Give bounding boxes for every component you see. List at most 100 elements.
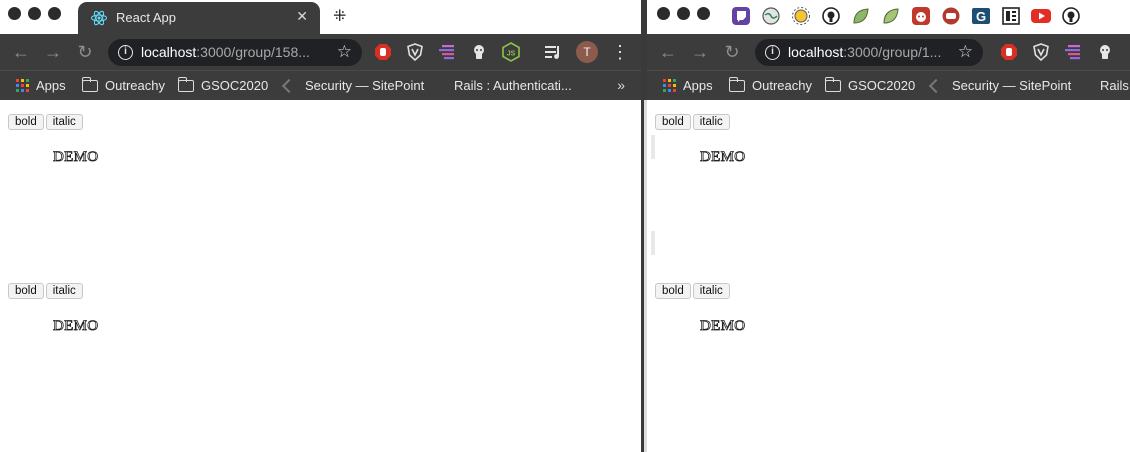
bookmark-apps[interactable]: Apps [663,78,713,93]
bookmarks-overflow-icon[interactable]: » [617,77,625,93]
folder-icon [177,76,194,92]
bookmark-gsoc2020[interactable]: GSOC2020 [824,76,916,93]
leaf-icon[interactable] [849,4,873,28]
window-controls [657,7,710,20]
bookmark-gsoc2020[interactable]: GSOC2020 [177,76,269,93]
bookmark-label: Outreachy [105,78,165,93]
bookmark-rails[interactable]: Rails [1100,78,1129,93]
bookmark-label: Security — SitePoint [305,78,425,93]
maximize-window-button[interactable] [697,7,710,20]
tab-title: React App [116,10,176,25]
shield-extension-icon[interactable] [405,42,425,62]
bookmark-security-sitepoint[interactable]: Security — SitePoint [281,78,425,93]
close-window-button[interactable] [8,7,21,20]
lines-extension-icon[interactable] [437,42,457,62]
svg-text:G: G [976,9,986,24]
bookmark-label: GSOC2020 [201,78,269,93]
octocat-extension-icon[interactable] [1095,42,1115,62]
address-bar[interactable]: i localhost:3000/group/158... ☆ [108,39,362,66]
bold-button[interactable]: bold [655,283,691,299]
bookmark-outreachy[interactable]: Outreachy [728,76,812,93]
bookmark-star-icon[interactable]: ☆ [337,42,352,62]
page-content: bold italic DEMO bold italic DEMO [0,101,641,452]
youtube-icon[interactable] [1029,4,1053,28]
site-info-icon[interactable]: i [118,45,133,60]
italic-button[interactable]: italic [45,283,83,299]
bookmark-outreachy[interactable]: Outreachy [81,76,165,93]
bold-button[interactable]: bold [8,114,44,130]
back-button[interactable]: ← [10,41,32,63]
bookmark-security-sitepoint[interactable]: Security — SitePoint [928,78,1071,93]
media-playlist-icon[interactable] [543,42,563,62]
adblock-extension-icon[interactable] [373,42,393,62]
pinned-extension-strip: G [729,4,1083,28]
bookmark-apps[interactable]: Apps [16,78,66,93]
bookmark-label: GSOC2020 [848,78,916,93]
address-bar[interactable]: i localhost:3000/group/1... ☆ [755,39,983,66]
bookmark-star-icon[interactable]: ☆ [958,42,973,62]
bookmark-label: Rails : Authenticati... [454,78,572,93]
browser-toolbar: ← → ↻ i localhost:3000/group/1... ☆ [647,34,1130,70]
url-text: localhost:3000/group/1... [788,44,942,60]
svg-text:JS: JS [507,51,516,58]
maximize-window-button[interactable] [48,7,61,20]
bold-button[interactable]: bold [655,114,691,130]
g-icon[interactable]: G [969,4,993,28]
tab-react-app[interactable]: React App ✕ [78,2,320,34]
italic-button[interactable]: italic [692,283,730,299]
browser-toolbar: ← → ↻ i localhost:3000/group/158... ☆ JS [0,34,641,70]
editor-toolbar: bold italic [8,114,83,130]
profile-avatar[interactable]: T [576,41,598,63]
italic-button[interactable]: italic [692,114,730,130]
bookmarks-bar: Apps Outreachy GSOC2020 Security — SiteP… [0,70,641,100]
rich-text-editor: bold italic DEMO [8,114,98,165]
leaf-icon[interactable] [879,4,903,28]
editor-text-area[interactable]: DEMO [53,149,99,166]
bookmark-label: Apps [36,78,66,93]
minimize-window-button[interactable] [28,7,41,20]
minimize-window-button[interactable] [677,7,690,20]
back-button[interactable]: ← [657,41,679,63]
bookmark-label: Apps [683,78,713,93]
italic-button[interactable]: italic [45,114,83,130]
twitch-icon[interactable] [729,4,753,28]
sun-icon[interactable] [789,4,813,28]
reload-button[interactable]: ↻ [721,41,743,63]
close-window-button[interactable] [657,7,670,20]
globe-icon[interactable] [759,4,783,28]
lines-extension-icon[interactable] [1063,42,1083,62]
editor-text-area[interactable]: DEMO [700,318,746,335]
resize-shadow [651,231,655,255]
window-controls [8,7,61,20]
folder-icon [81,76,98,92]
apps-grid-icon [663,79,676,92]
forward-button[interactable]: → [689,41,711,63]
adblock-extension-icon[interactable] [999,42,1019,62]
chat-icon[interactable] [939,4,963,28]
editor-toolbar: bold italic [655,283,730,299]
github-icon[interactable] [819,4,843,28]
editor-toolbar: bold italic [8,283,83,299]
node-js-extension-icon[interactable]: JS [501,42,521,62]
site-info-icon[interactable]: i [765,45,780,60]
shield-extension-icon[interactable] [1031,42,1051,62]
browser-window-left: React App ✕ ⁜ ← → ↻ i localhost:3000/gro… [0,0,641,452]
reload-button[interactable]: ↻ [74,41,96,63]
editor-text-area[interactable]: DEMO [53,318,99,335]
editor-toolbar: bold italic [655,114,730,130]
browser-menu-icon[interactable]: ⋮ [610,42,630,62]
tab-close-icon[interactable]: ✕ [296,8,308,25]
news-icon[interactable] [999,4,1023,28]
github-icon[interactable] [1059,4,1083,28]
apps-grid-icon [16,79,29,92]
forward-button[interactable]: → [42,41,64,63]
editor-text-area[interactable]: DEMO [700,149,746,166]
octocat-extension-icon[interactable] [469,42,489,62]
react-icon [90,10,108,26]
bold-button[interactable]: bold [8,283,44,299]
new-tab-icon[interactable]: ⁜ [333,6,346,26]
bookmark-rails-authentication[interactable]: Rails : Authenticati... [454,78,572,93]
bookmark-label: Rails [1100,78,1129,93]
tab-strip: G [647,0,1130,34]
reddit-icon[interactable] [909,4,933,28]
